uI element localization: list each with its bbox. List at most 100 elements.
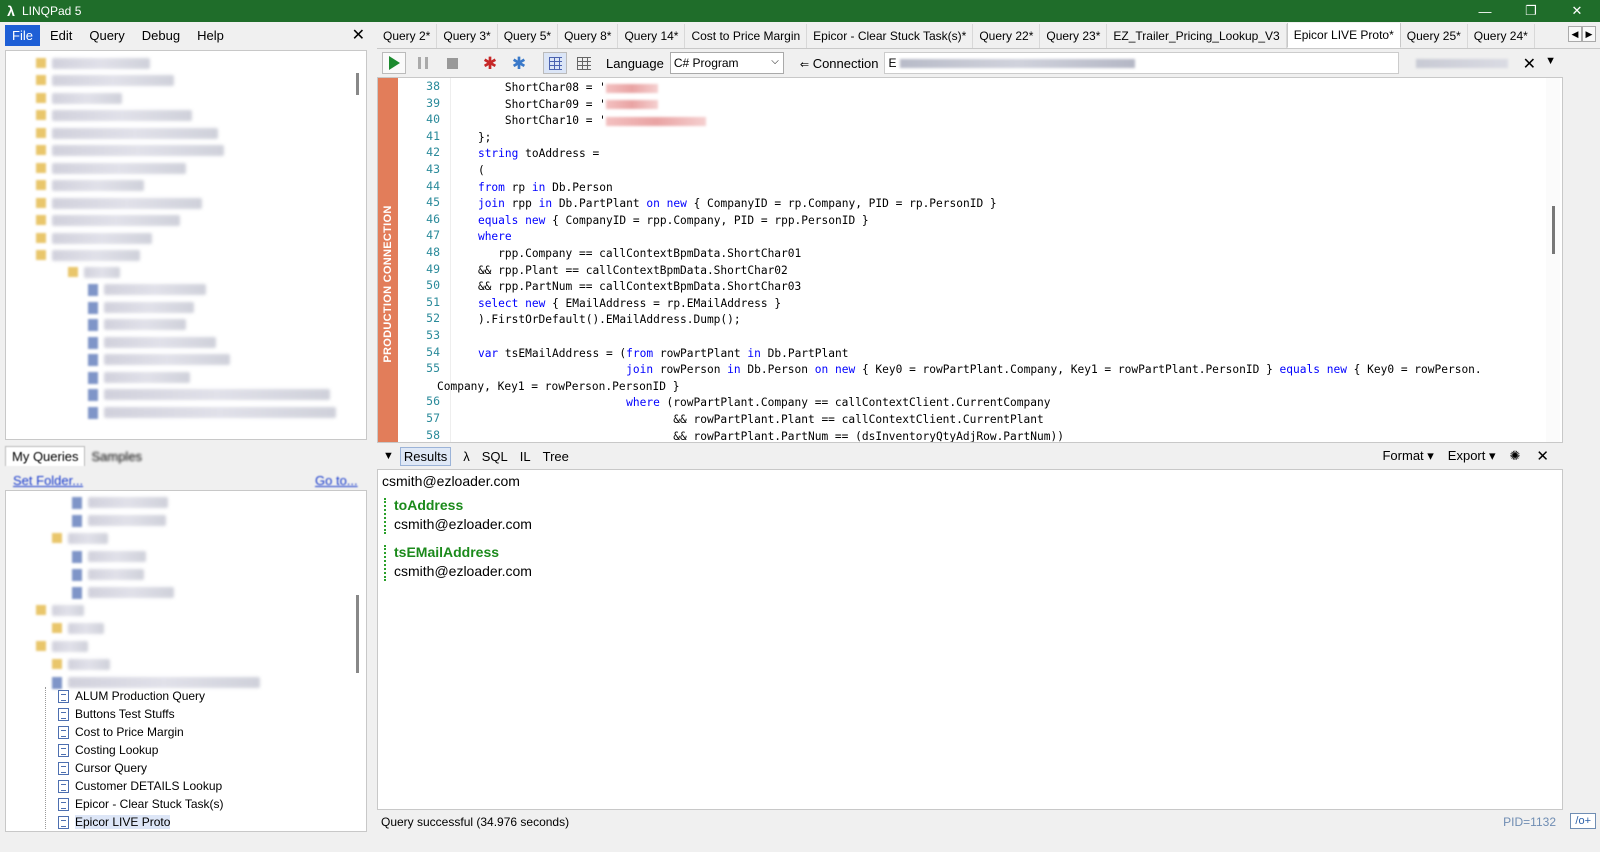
tab-query-5[interactable]: Query 5* (498, 24, 559, 48)
language-select[interactable]: C# Program ⌵ (669, 52, 784, 74)
blurred-tree-item (68, 659, 110, 670)
table-icon (88, 407, 98, 419)
optimize-toggle[interactable]: /o+ (1570, 813, 1596, 829)
tab-sql[interactable]: SQL (482, 449, 508, 464)
query-item-label: ALUM Production Query (75, 689, 206, 703)
code-area[interactable]: ShortChar08 = ' ShortChar09 = ' ShortCha… (437, 78, 1558, 443)
editor-scrollbar[interactable] (1546, 78, 1560, 442)
restore-button[interactable]: ❐ (1508, 0, 1554, 22)
go-to-link[interactable]: Go to... (315, 473, 358, 488)
query-item-label: Cost to Price Margin (75, 725, 184, 739)
code-line: ShortChar09 = ' (451, 96, 658, 113)
query-item-label: Cursor Query (75, 761, 148, 775)
code-line: && rpp.PartNum == callContextBpmData.Sho… (451, 280, 802, 294)
connection-field[interactable]: E (884, 52, 1509, 74)
rich-text-results-button[interactable] (543, 52, 567, 74)
tree-scrollbar[interactable] (356, 73, 359, 95)
grid-results-button[interactable] (572, 52, 596, 74)
tab-scroll-left-icon[interactable]: ◀ (1568, 26, 1582, 42)
tab-lambda[interactable]: λ (463, 449, 470, 464)
set-folder-link[interactable]: Set Folder... (13, 473, 83, 488)
menu-edit[interactable]: Edit (43, 25, 79, 46)
connection-tree[interactable] (5, 50, 367, 440)
query-item-costing-lookup[interactable]: Costing Lookup (58, 741, 158, 759)
table-icon (88, 302, 98, 314)
query-toolbar: ✱ ✱ Language C# Program ⌵ ⇐ Connection E… (377, 49, 1600, 77)
line-number: 39 (426, 95, 440, 110)
query-file-icon (72, 551, 82, 563)
tab-cost-to-price-margin[interactable]: Cost to Price Margin (685, 24, 808, 48)
toolbar-menu-icon[interactable]: ▼ (1545, 55, 1556, 67)
dump-output: csmith@ezloader.com (382, 473, 520, 489)
blurred-tree-item (52, 180, 144, 191)
format-menu-button[interactable]: Format ▾ (1382, 448, 1433, 464)
tab-clear-stuck-tasks[interactable]: Epicor - Clear Stuck Task(s)* (807, 24, 974, 48)
blurred-tree-item (52, 198, 202, 209)
editor-scroll-thumb[interactable] (1552, 206, 1555, 254)
tab-my-queries[interactable]: My Queries (5, 446, 86, 466)
code-line: ).FirstOrDefault().EMailAddress.Dump(); (451, 313, 741, 327)
tab-scroll-right-icon[interactable]: ▶ (1582, 26, 1596, 42)
close-panel-icon[interactable]: ✕ (352, 25, 365, 45)
tab-query-25[interactable]: Query 25* (1401, 24, 1468, 48)
tree-scrollbar[interactable] (356, 595, 359, 673)
my-queries-tree[interactable]: ALUM Production Query Buttons Test Stuff… (5, 490, 367, 832)
tab-samples[interactable]: Samples (85, 447, 148, 466)
close-window-button[interactable]: ✕ (1554, 0, 1600, 22)
results-panel[interactable]: csmith@ezloader.com toAddress csmith@ezl… (377, 469, 1563, 810)
minimize-button[interactable]: — (1462, 0, 1508, 22)
code-line: && rowPartPlant.PartNum == (dsInventoryQ… (451, 429, 1064, 443)
tab-query-3[interactable]: Query 3* (437, 24, 498, 48)
tab-query-14[interactable]: Query 14* (618, 24, 686, 48)
close-results-icon[interactable]: ✕ (1536, 447, 1549, 465)
line-number: 41 (426, 128, 440, 143)
menu-debug[interactable]: Debug (135, 25, 187, 46)
code-line: var tsEMailAddress = (from rowPartPlant … (477, 346, 849, 360)
blurred-tree-item (52, 163, 186, 174)
query-item-clear-stuck-tasks[interactable]: Epicor - Clear Stuck Task(s) (58, 795, 223, 813)
code-editor[interactable]: PRODUCTION CONNECTION 38 39 40 41 42 43 44 45 46… (377, 77, 1563, 443)
tab-query-8[interactable]: Query 8* (558, 24, 619, 48)
query-file-icon (58, 761, 69, 775)
tab-ez-trailer-pricing[interactable]: EZ_Trailer_Pricing_Lookup_V3 (1107, 24, 1287, 48)
query-item-alum-production[interactable]: ALUM Production Query (58, 687, 205, 705)
chevron-down-icon: ⌵ (771, 56, 779, 67)
tab-results[interactable]: Results (399, 446, 452, 466)
tab-tree[interactable]: Tree (543, 449, 569, 464)
tab-query-2[interactable]: Query 2* (377, 24, 438, 48)
debug-step-button[interactable]: ✱ (507, 52, 531, 74)
blurred-tree-item (104, 337, 216, 348)
menu-file[interactable]: File (5, 24, 40, 46)
table-icon (88, 389, 98, 401)
collapse-results-icon[interactable]: ▼ (383, 450, 394, 462)
export-menu-button[interactable]: Export ▾ (1448, 448, 1496, 464)
expand-results-icon[interactable]: ✺ (1510, 448, 1521, 464)
stop-button[interactable] (440, 52, 464, 74)
query-item-customer-details[interactable]: Customer DETAILS Lookup (58, 777, 222, 795)
title-bar: λ LINQPad 5 — ❐ ✕ (0, 0, 1600, 22)
tab-epicor-live-proto[interactable]: Epicor LIVE Proto* (1286, 23, 1401, 48)
blurred-tree-item (52, 110, 192, 121)
line-number: 44 (426, 178, 440, 193)
tab-query-24[interactable]: Query 24* (1468, 24, 1535, 48)
query-item-cost-to-price[interactable]: Cost to Price Margin (58, 723, 184, 741)
query-item-buttons-test[interactable]: Buttons Test Stuffs (58, 705, 175, 723)
close-connection-icon[interactable]: ✕ (1523, 54, 1536, 74)
code-line: rpp.Company == callContextBpmData.ShortC… (451, 247, 802, 260)
run-button[interactable] (382, 52, 406, 74)
query-item-cursor-query[interactable]: Cursor Query (58, 759, 147, 777)
code-line: join rpp in Db.PartPlant on new { Compan… (477, 197, 997, 211)
tab-query-22[interactable]: Query 22* (973, 24, 1041, 48)
blurred-tree-item (104, 319, 186, 330)
pause-button[interactable] (411, 52, 435, 74)
line-number: 58 (426, 427, 440, 442)
process-id: PID=1132 (1503, 815, 1556, 829)
query-item-epicor-live-proto[interactable]: Epicor LIVE Proto (58, 813, 171, 831)
redacted-value (605, 83, 658, 93)
debug-button[interactable]: ✱ (478, 52, 502, 74)
tab-il[interactable]: IL (520, 449, 531, 464)
tab-query-23[interactable]: Query 23* (1040, 24, 1108, 48)
status-message: Query successful (34.976 seconds) (381, 815, 570, 829)
menu-query[interactable]: Query (82, 25, 131, 46)
menu-help[interactable]: Help (190, 25, 231, 46)
